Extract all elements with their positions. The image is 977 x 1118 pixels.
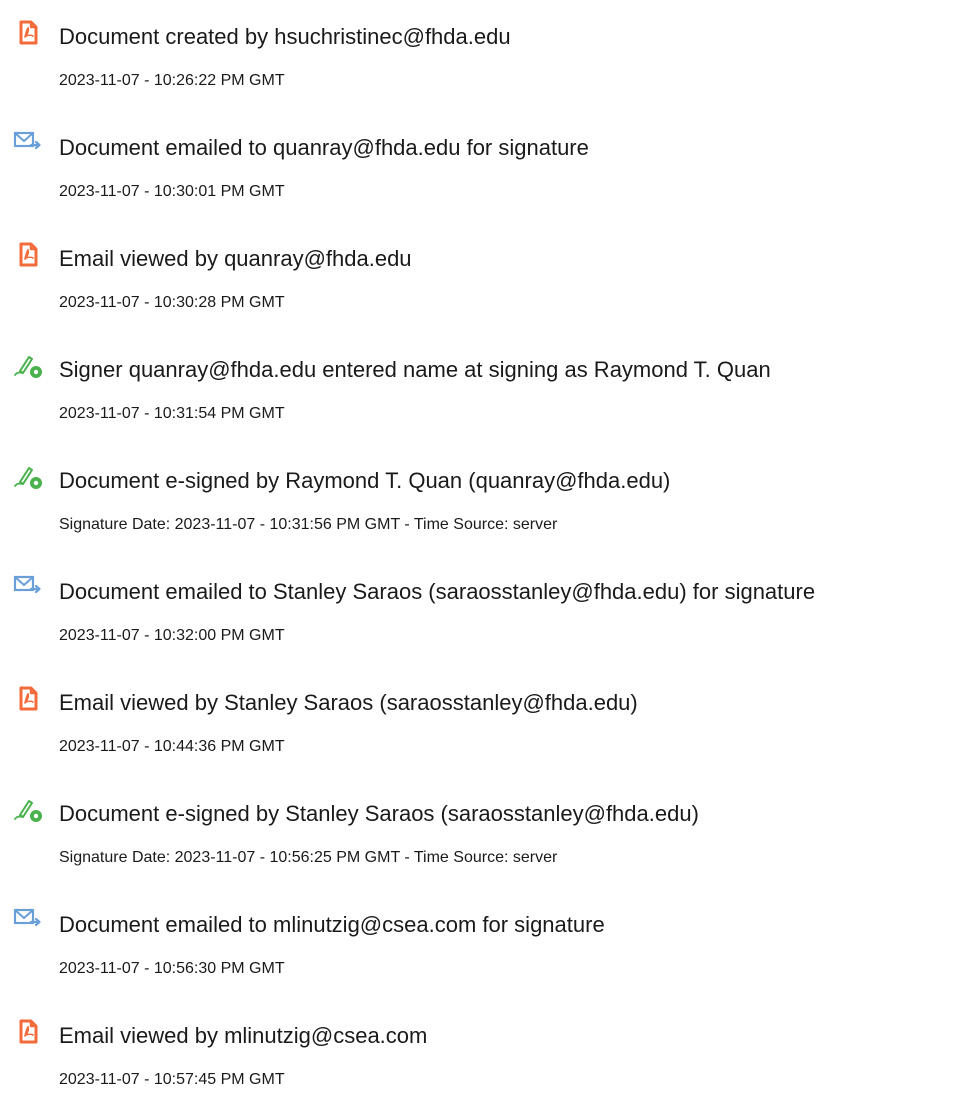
history-event: Email viewed by quanray@fhda.edu 2023-11… — [0, 234, 977, 314]
signature-pen-icon — [12, 793, 44, 825]
history-event: Document emailed to quanray@fhda.edu for… — [0, 123, 977, 203]
event-title: Email viewed by quanray@fhda.edu — [59, 246, 412, 271]
event-title: Email viewed by mlinutzig@csea.com — [59, 1023, 428, 1048]
email-viewed-icon — [12, 682, 44, 714]
event-timestamp: 2023-11-07 - 10:32:00 PM GMT — [59, 627, 285, 644]
history-event: Email viewed by Stanley Saraos (saraosst… — [0, 678, 977, 758]
document-created-icon — [12, 16, 44, 48]
event-title: Document emailed to quanray@fhda.edu for… — [59, 135, 589, 160]
history-event: Signer quanray@fhda.edu entered name at … — [0, 345, 977, 425]
event-title: Email viewed by Stanley Saraos (saraosst… — [59, 690, 638, 715]
audit-history-list: Document created by hsuchristinec@fhda.e… — [0, 0, 977, 1118]
event-timestamp: 2023-11-07 - 10:26:22 PM GMT — [59, 72, 285, 89]
signature-pen-icon — [12, 349, 44, 381]
history-event: Document e-signed by Raymond T. Quan (qu… — [0, 456, 977, 536]
event-title: Document e-signed by Raymond T. Quan (qu… — [59, 468, 671, 493]
email-sent-icon — [12, 571, 44, 603]
event-title: Signer quanray@fhda.edu entered name at … — [59, 357, 771, 382]
history-event: Document emailed to Stanley Saraos (sara… — [0, 567, 977, 647]
event-title: Document emailed to mlinutzig@csea.com f… — [59, 912, 605, 937]
event-title: Document created by hsuchristinec@fhda.e… — [59, 24, 511, 49]
event-timestamp: 2023-11-07 - 10:30:28 PM GMT — [59, 294, 285, 311]
history-event: Email viewed by mlinutzig@csea.com 2023-… — [0, 1011, 977, 1091]
event-timestamp: 2023-11-07 - 10:44:36 PM GMT — [59, 738, 285, 755]
event-timestamp: Signature Date: 2023-11-07 - 10:31:56 PM… — [59, 516, 558, 533]
event-timestamp: 2023-11-07 - 10:56:30 PM GMT — [59, 960, 285, 977]
email-viewed-icon — [12, 1015, 44, 1047]
email-viewed-icon — [12, 238, 44, 270]
signature-pen-icon — [12, 460, 44, 492]
history-event: Document e-signed by Stanley Saraos (sar… — [0, 789, 977, 869]
event-timestamp: 2023-11-07 - 10:57:45 PM GMT — [59, 1071, 285, 1088]
event-title: Document e-signed by Stanley Saraos (sar… — [59, 801, 699, 826]
event-timestamp: 2023-11-07 - 10:30:01 PM GMT — [59, 183, 285, 200]
history-event: Document created by hsuchristinec@fhda.e… — [0, 12, 977, 92]
email-sent-icon — [12, 127, 44, 159]
email-sent-icon — [12, 904, 44, 936]
history-event: Document emailed to mlinutzig@csea.com f… — [0, 900, 977, 980]
event-title: Document emailed to Stanley Saraos (sara… — [59, 579, 816, 604]
event-timestamp: Signature Date: 2023-11-07 - 10:56:25 PM… — [59, 849, 558, 866]
event-timestamp: 2023-11-07 - 10:31:54 PM GMT — [59, 405, 285, 422]
